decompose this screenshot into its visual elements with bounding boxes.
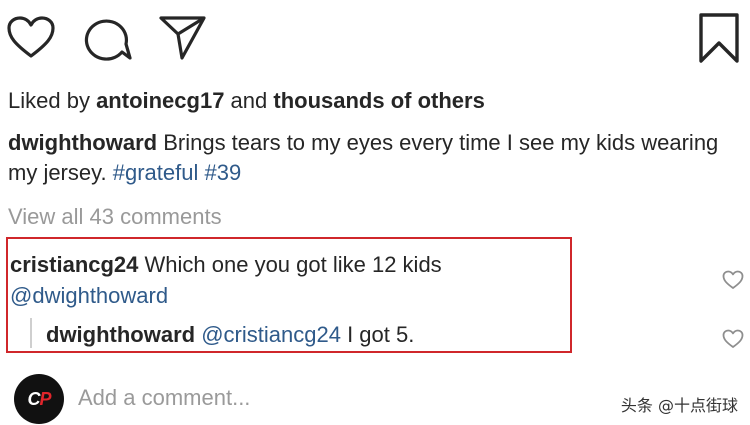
liked-by-user[interactable]: antoinecg17 bbox=[96, 88, 224, 113]
reply-indent-bar bbox=[30, 318, 32, 348]
bookmark-icon[interactable] bbox=[696, 12, 742, 64]
likes-summary: Liked by antoinecg17 and thousands of ot… bbox=[8, 86, 485, 116]
comment-icon[interactable] bbox=[82, 16, 132, 62]
comment-username[interactable]: cristiancg24 bbox=[10, 252, 138, 277]
avatar-letter-c: C bbox=[27, 389, 40, 409]
reply-item: dwighthoward @cristiancg24 I got 5. bbox=[46, 320, 414, 350]
reply-mention[interactable]: @cristiancg24 bbox=[201, 322, 341, 347]
reply-username[interactable]: dwighthoward bbox=[46, 322, 195, 347]
share-icon[interactable] bbox=[158, 14, 208, 62]
watermark: 头条 @十点街球 bbox=[620, 396, 738, 415]
likes-others[interactable]: thousands of others bbox=[273, 88, 484, 113]
comment-text: Which one you got like 12 kids bbox=[138, 252, 442, 277]
post-caption: dwighthoward Brings tears to my eyes eve… bbox=[8, 128, 738, 188]
hashtag-grateful[interactable]: #grateful bbox=[113, 160, 199, 185]
comment-mention[interactable]: @dwighthoward bbox=[10, 281, 168, 311]
add-comment-input[interactable]: Add a comment... bbox=[78, 383, 250, 413]
comment-item: cristiancg24 Which one you got like 12 k… bbox=[10, 250, 442, 280]
heart-icon[interactable] bbox=[6, 16, 56, 60]
caption-username[interactable]: dwighthoward bbox=[8, 130, 157, 155]
avatar: CP bbox=[14, 374, 64, 424]
likes-connector: and bbox=[224, 88, 274, 113]
hashtag-39[interactable]: #39 bbox=[204, 160, 241, 185]
view-all-comments-link[interactable]: View all 43 comments bbox=[8, 202, 222, 232]
likes-prefix: Liked by bbox=[8, 88, 97, 113]
reply-like-icon[interactable] bbox=[722, 329, 744, 349]
reply-text: I got 5. bbox=[340, 322, 415, 347]
comment-like-icon[interactable] bbox=[722, 270, 744, 290]
avatar-letter-p: P bbox=[39, 389, 51, 409]
